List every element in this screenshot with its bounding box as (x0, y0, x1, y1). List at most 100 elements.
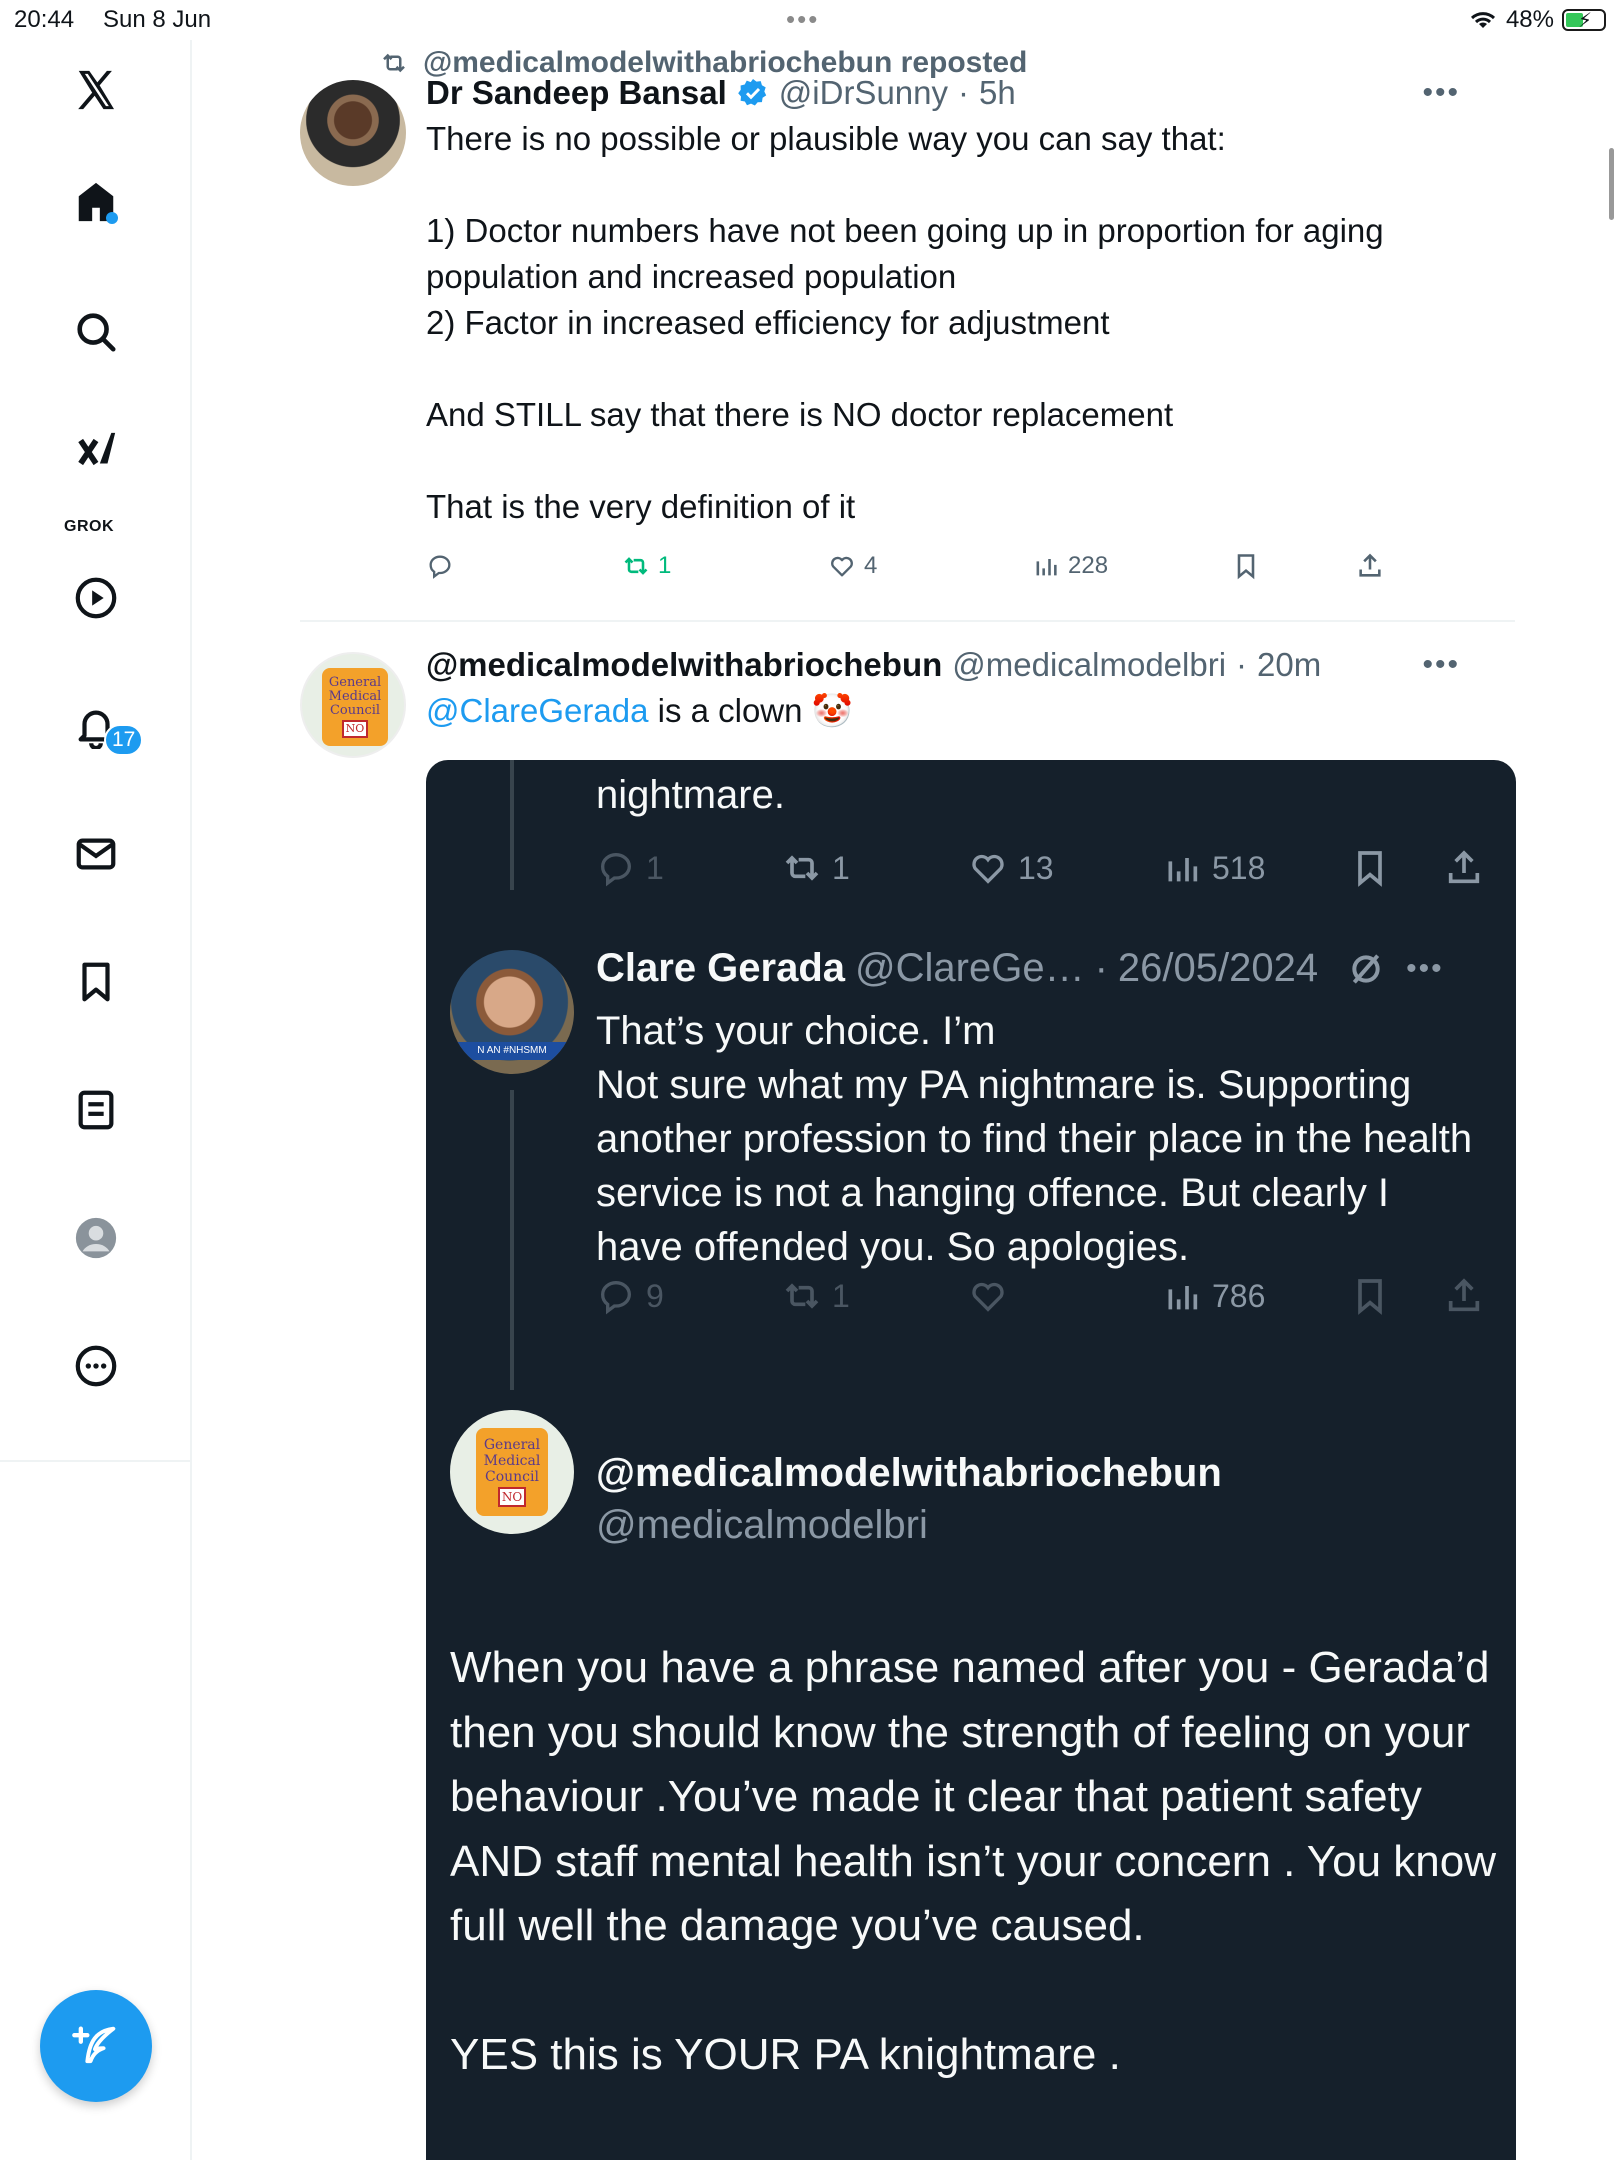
views-button[interactable]: 228 (1032, 552, 1108, 580)
thread-line (510, 1090, 514, 1390)
embedded-view-count: 518 (1212, 849, 1266, 886)
logo-text: Council (485, 1469, 539, 1485)
grok-icon[interactable] (56, 412, 136, 492)
logo-text: Medical (328, 689, 382, 704)
embedded-view-count: 786 (1212, 1277, 1266, 1314)
retweet-icon (624, 557, 648, 575)
display-name[interactable]: @medicalmodelwithabriochebun (426, 646, 942, 684)
battery-percent: 48% (1505, 6, 1554, 33)
bookmark-icon (1358, 851, 1382, 887)
embedded-share (1444, 1276, 1484, 1316)
bookmark-icon (1237, 554, 1255, 580)
sidebar-divider (0, 1460, 192, 1462)
embedded-share (1444, 848, 1484, 888)
embedded-screenshot[interactable]: nightmare. 1 1 13 518 N AN #NHSMM Clare … (426, 760, 1516, 2160)
mail-icon[interactable] (56, 814, 136, 894)
status-time: 20:44 (14, 6, 75, 33)
bookmark-icon (1358, 1279, 1382, 1315)
reply-button[interactable] (426, 552, 454, 580)
tweet-header: @medicalmodelwithabriochebun @medicalmod… (426, 646, 1486, 684)
analytics-icon (1168, 1286, 1198, 1310)
grok-label[interactable]: GROK (64, 518, 114, 536)
video-icon[interactable] (56, 558, 136, 638)
embedded-text: That’s your choice. I’m Not sure what my… (596, 1004, 1486, 1274)
embedded-like (968, 1276, 1008, 1316)
embedded-actions: 1 1 13 518 (596, 848, 1480, 898)
like-count: 4 (864, 552, 878, 579)
avatar[interactable] (300, 80, 406, 186)
reply-icon (601, 853, 632, 887)
handle: @ClareGe… (855, 946, 1085, 990)
retweet-icon (785, 1283, 819, 1309)
tweet-text: @ClareGerada is a clown 🤡 (426, 688, 1486, 734)
gmc-logo: General Medical Council NO (476, 1428, 548, 1516)
bookmark-icon[interactable] (56, 942, 136, 1022)
handle[interactable]: @iDrSunny (779, 74, 948, 112)
tweet-content: @medicalmodelwithabriochebun @medicalmod… (426, 646, 1486, 734)
retweet-button[interactable]: 1 (622, 552, 671, 580)
share-icon (1359, 553, 1381, 577)
embedded-reply: 9 (596, 1276, 664, 1316)
tweet-header: Dr Sandeep Bansal @iDrSunny · 5h (426, 74, 1486, 112)
logo-text: General (328, 675, 382, 690)
logo-text: Medical (483, 1453, 541, 1469)
scrollbar[interactable] (1609, 148, 1614, 220)
embedded-bookmark (1350, 1276, 1390, 1316)
embedded-retweet-count: 1 (832, 849, 850, 886)
embedded-tweet-header: Clare Gerada @ClareGe… · 26/05/2024 ••• (596, 946, 1444, 991)
charging-bolt-icon: ⚡ (1578, 10, 1593, 32)
date: 26/05/2024 (1117, 946, 1319, 990)
list-icon[interactable] (56, 1070, 136, 1150)
display-name: Clare Gerada (596, 946, 846, 990)
analytics-icon (1036, 559, 1057, 576)
reply-icon (429, 555, 451, 579)
multitasking-dots-icon[interactable]: ••• (786, 4, 819, 35)
status-date: Sun 8 Jun (103, 6, 212, 33)
embedded-reply-count: 9 (646, 1277, 664, 1314)
share-button[interactable] (1356, 552, 1384, 580)
home-icon[interactable] (56, 162, 136, 242)
embedded-text-line: That’s your choice. I’m (596, 1009, 996, 1053)
avatar: N AN #NHSMM (450, 950, 574, 1074)
embedded-reply: 1 (596, 848, 664, 888)
tweet-content: Dr Sandeep Bansal @iDrSunny · 5h ••• There… (426, 74, 1486, 530)
home-new-dot (106, 212, 118, 224)
wifi-icon (1470, 12, 1495, 28)
embedded-views: 786 (1162, 1276, 1265, 1316)
embedded-retweet: 1 (782, 1276, 850, 1316)
tweet-text: There is no possible or plausible way yo… (426, 120, 1384, 525)
notifications-badge: 17 (104, 724, 144, 756)
bookmark-button[interactable] (1232, 552, 1260, 580)
avatar[interactable]: General Medical Council NO (300, 652, 406, 758)
separator-dot: · (958, 74, 970, 111)
search-icon[interactable] (56, 292, 136, 372)
x-logo-icon[interactable] (56, 50, 136, 130)
handle[interactable]: @medicalmodelbri (952, 646, 1226, 684)
more-options-icon[interactable]: ••• (1422, 76, 1460, 110)
like-button[interactable]: 4 (828, 552, 877, 580)
embedded-like-count: 13 (1018, 849, 1054, 886)
share-icon (1448, 850, 1480, 884)
profile-icon[interactable] (56, 1198, 136, 1278)
more-icon[interactable] (56, 1326, 136, 1406)
tweet-text-rest: is a clown 🤡 (648, 692, 853, 729)
embedded-actions: 9 1 786 (596, 1276, 1480, 1326)
display-name[interactable]: Dr Sandeep Bansal (426, 74, 727, 112)
more-options-icon[interactable]: ••• (1422, 648, 1460, 682)
repost-icon (383, 53, 405, 73)
timestamp[interactable]: 20m (1257, 646, 1321, 684)
embedded-retweet: 1 (782, 848, 850, 888)
compose-icon (72, 2026, 116, 2064)
compose-button[interactable] (40, 1990, 152, 2102)
battery-icon: ⚡ (1562, 9, 1606, 32)
display-name: @medicalmodelwithabriochebun (596, 1451, 1222, 1495)
embedded-like: 13 (968, 848, 1054, 888)
embedded-views: 518 (1162, 848, 1265, 888)
mention-link[interactable]: @ClareGerada (426, 692, 648, 729)
embedded-text-body: Not sure what my PA nightmare is. Suppor… (596, 1063, 1473, 1269)
view-count: 228 (1068, 552, 1109, 579)
verified-badge-icon (737, 79, 766, 106)
timestamp[interactable]: 5h (979, 74, 1016, 112)
avatar-strip: N AN #NHSMM (450, 1042, 574, 1060)
separator-dot: · (1236, 646, 1248, 683)
